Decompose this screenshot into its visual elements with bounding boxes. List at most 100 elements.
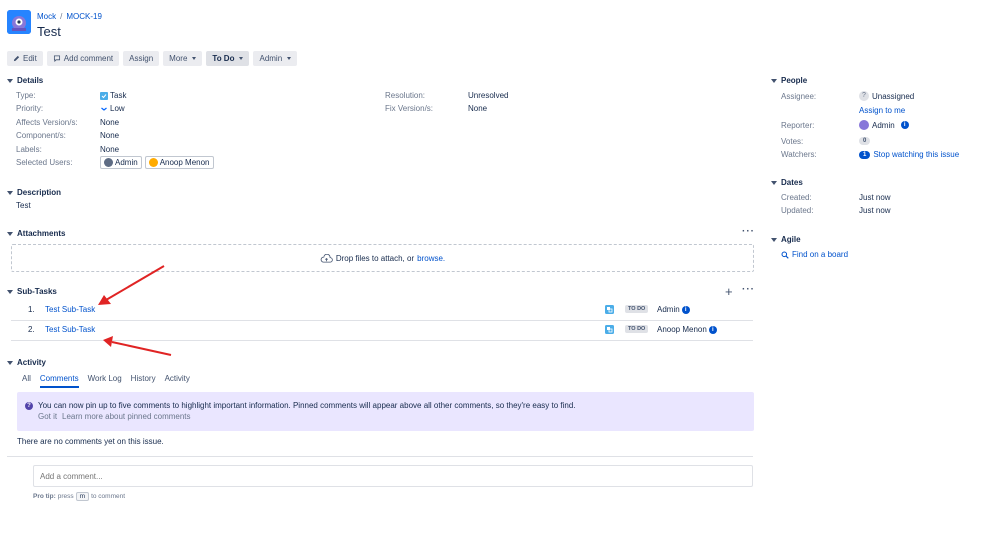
collapse-icon — [7, 231, 13, 236]
tab-all[interactable]: All — [22, 374, 31, 388]
issue-title[interactable]: Test — [37, 24, 61, 39]
chevron-down-icon — [192, 57, 197, 60]
subtask-assignee-name: Anoop Menon — [657, 325, 707, 334]
issue-toolbar: Edit Add comment Assign More To Do Admin — [7, 51, 298, 66]
edit-button[interactable]: Edit — [7, 51, 43, 66]
attachments-section-toggle[interactable]: Attachments — [7, 229, 65, 238]
table-row[interactable]: 2. Test Sub-Task TO DO Anoop Menon i — [11, 322, 753, 338]
collapse-icon — [771, 78, 777, 83]
priority-label: Priority: — [16, 104, 44, 113]
activity-heading: Activity — [17, 358, 46, 367]
activity-section-toggle[interactable]: Activity — [7, 358, 46, 367]
type-label: Type: — [16, 91, 36, 100]
find-on-board[interactable]: Find on a board — [781, 250, 848, 259]
attachments-more-icon[interactable]: ··· — [742, 226, 755, 237]
subtasks-more-icon[interactable]: ··· — [742, 284, 755, 295]
collapse-icon — [771, 237, 777, 242]
subtasks-section-toggle[interactable]: Sub-Tasks — [7, 287, 57, 296]
fix-version-label: Fix Version/s: — [385, 104, 434, 113]
details-section-toggle[interactable]: Details — [7, 76, 43, 85]
pinned-notice-text: You can now pin up to five comments to h… — [38, 401, 576, 410]
unassigned-avatar-icon: ? — [859, 91, 869, 101]
affects-version-value: None — [100, 118, 120, 127]
comment-icon — [53, 55, 60, 62]
agile-section-toggle[interactable]: Agile — [771, 235, 801, 244]
tab-history[interactable]: History — [131, 374, 156, 388]
dates-section-toggle[interactable]: Dates — [771, 178, 803, 187]
chevron-down-icon — [287, 57, 292, 60]
tab-work-log[interactable]: Work Log — [88, 374, 122, 388]
subtask-type-icon — [605, 305, 614, 314]
search-icon — [781, 251, 789, 259]
subtask-assignee: Admin i — [657, 305, 690, 314]
add-subtask-icon[interactable]: + — [725, 284, 733, 299]
status-dropdown[interactable]: To Do — [206, 51, 250, 66]
table-row[interactable]: 1. Test Sub-Task TO DO Admin i — [11, 302, 753, 318]
learn-more-link[interactable]: Learn more about pinned comments — [62, 412, 191, 421]
resolution-label: Resolution: — [385, 91, 426, 100]
info-icon[interactable]: i — [900, 121, 909, 129]
pencil-icon — [13, 55, 20, 62]
collapse-icon — [7, 78, 13, 83]
tab-comments[interactable]: Comments — [39, 374, 79, 388]
attachment-dropzone[interactable]: Drop files to attach, or browse. — [11, 244, 754, 272]
keyboard-key: m — [75, 492, 90, 501]
annotation-arrow — [103, 336, 172, 356]
description-text[interactable]: Test — [16, 201, 31, 210]
assign-to-me-link[interactable]: Assign to me — [859, 106, 905, 115]
user-chip-name: Anoop Menon — [159, 158, 210, 167]
question-icon: ? — [25, 402, 33, 410]
description-section-toggle[interactable]: Description — [7, 188, 61, 197]
chevron-down-icon — [239, 57, 244, 60]
status-badge[interactable]: TO DO — [625, 325, 649, 333]
subtask-link[interactable]: Test Sub-Task — [45, 325, 95, 334]
got-it-link[interactable]: Got it — [38, 412, 57, 421]
priority-low-icon — [101, 107, 107, 111]
more-button[interactable]: More — [163, 51, 203, 66]
status-label: To Do — [212, 54, 235, 63]
created-value: Just now — [859, 193, 891, 202]
subtask-link[interactable]: Test Sub-Task — [45, 305, 95, 314]
subtask-assignee: Anoop Menon i — [657, 325, 717, 334]
more-button-label: More — [169, 54, 188, 63]
task-type-icon — [100, 91, 108, 100]
tab-activity[interactable]: Activity — [165, 374, 190, 388]
people-section-toggle[interactable]: People — [771, 76, 807, 85]
component-value: None — [100, 131, 120, 140]
assignee-value-text: Unassigned — [872, 91, 915, 101]
browse-link[interactable]: browse. — [417, 254, 445, 263]
pro-tip-suffix: to comment — [91, 493, 126, 500]
reporter-value-text: Admin — [872, 120, 895, 130]
description-heading: Description — [17, 188, 62, 197]
assign-button[interactable]: Assign — [123, 51, 160, 66]
stop-watching-link[interactable]: Stop watching this issue — [873, 150, 959, 159]
breadcrumb-project-link[interactable]: Mock — [37, 12, 56, 21]
watchers-count[interactable]: 1 — [859, 150, 871, 159]
labels-value: None — [100, 145, 120, 154]
status-badge[interactable]: TO DO — [625, 305, 649, 313]
reporter-label: Reporter: — [781, 121, 815, 130]
user-chip[interactable]: Anoop Menon — [144, 156, 214, 169]
info-icon[interactable]: i — [681, 305, 690, 314]
add-comment-button[interactable]: Add comment — [46, 51, 120, 66]
no-comments-text: There are no comments yet on this issue. — [17, 437, 164, 446]
admin-button[interactable]: Admin — [253, 51, 298, 66]
updated-label: Updated: — [781, 206, 814, 215]
find-on-board-link[interactable]: Find on a board — [792, 250, 848, 259]
user-chip[interactable]: Admin — [100, 156, 142, 169]
assign-button-label: Assign — [129, 54, 154, 63]
labels-label: Labels: — [16, 145, 42, 154]
comment-input[interactable] — [33, 465, 753, 487]
dates-heading: Dates — [781, 178, 803, 187]
breadcrumb-issue-link[interactable]: MOCK-19 — [66, 12, 102, 21]
priority-value: Low — [100, 104, 125, 113]
project-avatar-icon[interactable] — [7, 10, 31, 34]
collapse-icon — [7, 190, 13, 195]
type-value-text: Task — [110, 91, 127, 100]
votes-count[interactable]: 0 — [859, 137, 871, 145]
subtask-assignee-name: Admin — [657, 305, 680, 314]
info-icon[interactable]: i — [708, 325, 717, 334]
pro-tip-prefix: Pro tip: — [33, 493, 56, 500]
add-comment-button-label: Add comment — [63, 54, 114, 63]
assignee-value[interactable]: ? Unassigned — [859, 91, 914, 101]
